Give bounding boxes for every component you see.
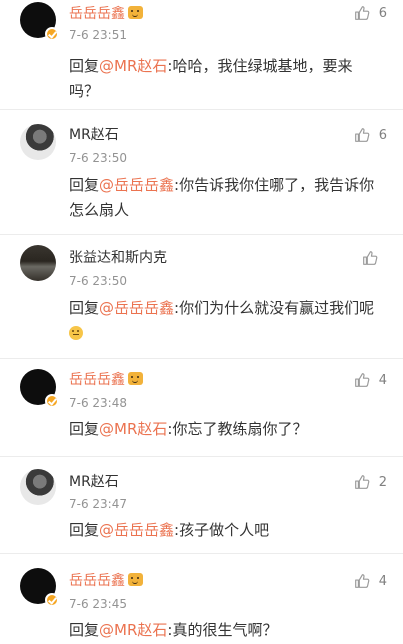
username-text[interactable]: 张益达和斯内克 [69, 250, 167, 266]
comment-body: :真的很生气啊？ [167, 621, 278, 639]
thumbs-up-icon [354, 475, 370, 489]
username[interactable]: MR赵石 [69, 473, 119, 491]
comment-item: 岳岳岳鑫 7-6 23:45 4 回复@MR赵石:真的很生气啊？ [0, 554, 403, 644]
reply-prefix: 回复 [69, 57, 100, 75]
comment-text: 回复@岳岳岳鑫:你告诉我你住哪了，我告诉你怎么扇人 [69, 173, 375, 223]
username[interactable]: 岳岳岳鑫 [69, 371, 143, 389]
username-text[interactable]: 岳岳岳鑫 [69, 573, 125, 589]
mention-link[interactable]: @岳岳岳鑫 [99, 299, 174, 317]
like-button[interactable]: 4 [353, 572, 387, 590]
like-count: 6 [378, 5, 387, 21]
crown-emoji-icon [128, 6, 143, 19]
username-text[interactable]: 岳岳岳鑫 [69, 6, 125, 22]
comment-item: 张益达和斯内克 7-6 23:50 回复@岳岳岳鑫:你们为什么就没有赢过我们呢 [0, 235, 403, 359]
username-text[interactable]: MR赵石 [69, 474, 119, 490]
timestamp: 7-6 23:51 [69, 28, 127, 42]
mention-link[interactable]: @MR赵石 [99, 57, 167, 75]
timestamp: 7-6 23:47 [69, 497, 127, 511]
mention-link[interactable]: @MR赵石 [99, 621, 167, 639]
thumbs-up-icon [354, 574, 370, 588]
timestamp: 7-6 23:50 [69, 151, 127, 165]
like-button[interactable]: 4 [353, 371, 387, 389]
comment-item: MR赵石 7-6 23:47 2 回复@岳岳岳鑫:孩子做个人吧 [0, 457, 403, 554]
thumbs-up-icon [354, 128, 370, 142]
mention-link[interactable]: @MR赵石 [99, 420, 167, 438]
like-button[interactable]: 6 [353, 126, 387, 144]
timestamp: 7-6 23:50 [69, 274, 127, 288]
avatar[interactable] [20, 369, 59, 408]
like-button[interactable] [361, 249, 387, 267]
comment-item: 岳岳岳鑫 7-6 23:51 6 回复@MR赵石:哈哈，我住绿城基地，要来吗？ [0, 0, 403, 110]
username[interactable]: 岳岳岳鑫 [69, 572, 143, 590]
crown-emoji-icon [128, 573, 143, 586]
reply-prefix: 回复 [69, 299, 100, 317]
emoji-icon [69, 326, 83, 340]
thumbs-up-icon [354, 373, 370, 387]
like-count: 4 [378, 573, 387, 589]
timestamp: 7-6 23:45 [69, 597, 127, 611]
username-text[interactable]: 岳岳岳鑫 [69, 372, 125, 388]
username-text[interactable]: MR赵石 [69, 127, 119, 143]
comment-body: :孩子做个人吧 [174, 521, 270, 539]
comment-item: 岳岳岳鑫 7-6 23:48 4 回复@MR赵石:你忘了教练扇你了？ [0, 359, 403, 457]
like-count: 2 [378, 474, 387, 490]
avatar[interactable] [20, 245, 56, 281]
like-count: 4 [378, 372, 387, 388]
comment-text: 回复@MR赵石:你忘了教练扇你了？ [69, 417, 375, 442]
thumbs-up-icon [363, 251, 378, 265]
comment-item: MR赵石 7-6 23:50 6 回复@岳岳岳鑫:你告诉我你住哪了，我告诉你怎么… [0, 110, 403, 235]
avatar[interactable] [20, 124, 56, 160]
like-count: 6 [378, 127, 387, 143]
reply-prefix: 回复 [69, 521, 100, 539]
comment-body: :你们为什么就没有赢过我们呢 [174, 299, 375, 317]
verified-badge-icon [45, 27, 59, 41]
username[interactable]: 岳岳岳鑫 [69, 5, 143, 23]
username[interactable]: 张益达和斯内克 [69, 249, 167, 267]
username[interactable]: MR赵石 [69, 126, 119, 144]
reply-prefix: 回复 [69, 621, 100, 639]
comment-text: 回复@岳岳岳鑫:你们为什么就没有赢过我们呢 [69, 296, 375, 346]
comment-text: 回复@MR赵石:哈哈，我住绿城基地，要来吗？ [69, 54, 375, 104]
comment-body: :你忘了教练扇你了？ [167, 420, 308, 438]
crown-emoji-icon [128, 372, 143, 385]
verified-badge-icon [45, 394, 59, 408]
like-button[interactable]: 6 [353, 4, 387, 22]
comment-feed: 岳岳岳鑫 7-6 23:51 6 回复@MR赵石:哈哈，我住绿城基地，要来吗？ … [0, 0, 403, 644]
mention-link[interactable]: @岳岳岳鑫 [99, 176, 174, 194]
avatar[interactable] [20, 568, 59, 607]
comment-text: 回复@MR赵石:真的很生气啊？ [69, 618, 375, 643]
like-button[interactable]: 2 [353, 473, 387, 491]
timestamp: 7-6 23:48 [69, 396, 127, 410]
verified-badge-icon [45, 593, 59, 607]
thumbs-up-icon [354, 6, 370, 20]
avatar[interactable] [20, 2, 59, 41]
reply-prefix: 回复 [69, 176, 100, 194]
comment-text: 回复@岳岳岳鑫:孩子做个人吧 [69, 518, 375, 543]
mention-link[interactable]: @岳岳岳鑫 [99, 521, 174, 539]
avatar[interactable] [20, 469, 56, 505]
reply-prefix: 回复 [69, 420, 100, 438]
